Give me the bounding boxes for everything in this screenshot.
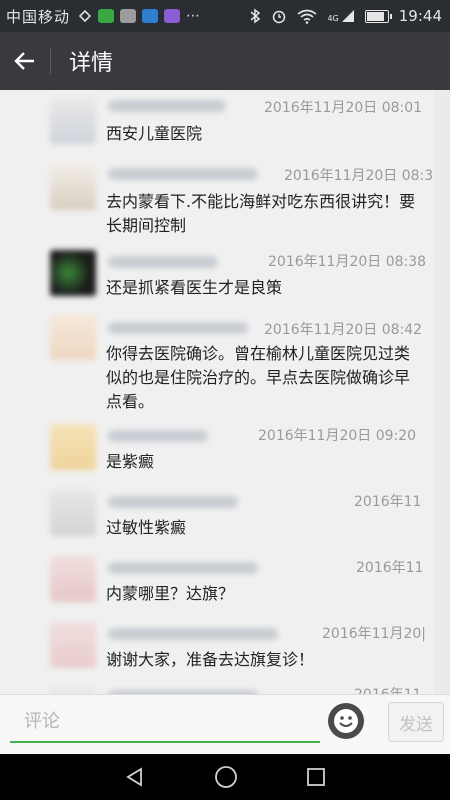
comment-field-wrapper	[10, 703, 320, 743]
more-icon: ⋯	[186, 8, 201, 24]
comment-input-bar: 发送	[0, 694, 450, 755]
comment-list[interactable]: 2016年11月20日 08:01 西安儿童医院 2016年11月20日 08:…	[0, 90, 450, 694]
commenter-name	[108, 168, 258, 180]
wechat-icon	[98, 9, 115, 23]
app2-icon	[164, 9, 181, 23]
avatar	[50, 314, 96, 360]
comment-time: 2016年11月20|	[322, 626, 426, 642]
comment-item[interactable]: 2016年11月20日 08:01 西安儿童医院	[0, 90, 434, 152]
home-circle-icon[interactable]	[214, 765, 238, 789]
app-header: 详情	[0, 32, 450, 90]
avatar	[50, 250, 96, 296]
commenter-name	[108, 562, 258, 574]
commenter-name	[108, 322, 248, 334]
back-triangle-icon[interactable]	[124, 766, 146, 788]
comment-item[interactable]: 2016年11月20| 谢谢大家，准备去达旗复诊！	[0, 618, 434, 682]
comment-item[interactable]: 2016年11 内蒙哪里？达旗？	[0, 552, 434, 612]
comment-time: 2016年11	[354, 494, 422, 510]
app-icon	[142, 9, 159, 23]
comment-time: 2016年11	[356, 560, 424, 576]
bluetooth-icon	[250, 8, 261, 24]
avatar	[50, 686, 96, 694]
recents-square-icon[interactable]	[306, 767, 326, 787]
comment-text: 是紫癜	[106, 452, 155, 471]
comment-item[interactable]: 2016年11月20日 08:38 还是抓紧看医生才是良策	[0, 246, 434, 306]
comment-text: 西安儿童医院	[106, 124, 203, 143]
page-title: 详情	[69, 51, 114, 76]
alarm-icon	[273, 10, 286, 24]
comment-time: 2016年11月20日 08:01	[264, 100, 423, 116]
comment-time: 2016年11	[354, 684, 421, 694]
gallery-icon	[120, 9, 137, 23]
comment-item[interactable]: 2016年11月20日 08:42 你得去医院确诊。曾在榆林儿童医院见过类似的也…	[0, 312, 434, 412]
avatar	[50, 424, 96, 470]
carrier-label: 中国移动	[6, 7, 71, 26]
commenter-name	[108, 628, 278, 640]
avatar	[50, 98, 96, 144]
commenter-name	[108, 496, 238, 508]
comment-time: 2016年11月20日 08:38	[268, 254, 427, 270]
comment-text: 去内蒙看下.不能比海鲜对吃东西很讲究！要长期间控制	[106, 192, 416, 235]
comment-text: 过敏性紫癜	[106, 518, 187, 537]
comment-item[interactable]: 2016年11月20日 08:3 去内蒙看下.不能比海鲜对吃东西很讲究！要长期间…	[0, 156, 434, 236]
comment-text: 还是抓紧看医生才是良策	[106, 278, 283, 297]
comment-text: 谢谢大家，准备去达旗复诊！	[106, 650, 315, 669]
comment-input[interactable]	[10, 703, 320, 739]
system-nav-bar	[0, 754, 450, 800]
comment-item[interactable]: 2016年11 过敏性紫癜	[0, 486, 434, 546]
commenter-name	[108, 430, 208, 442]
sync-icon	[78, 9, 92, 23]
header-divider	[50, 48, 51, 74]
comment-time: 2016年11月20日 08:3	[284, 168, 434, 184]
network-type-label: 4G	[327, 14, 339, 23]
status-bar: 中国移动 ⋯ 4G 19:44	[0, 0, 450, 32]
signal-icon: 4G	[327, 9, 354, 23]
back-arrow-icon	[14, 52, 34, 70]
smiley-icon	[334, 709, 358, 733]
comment-text: 你得去医院确诊。曾在榆林儿童医院见过类似的也是住院治疗的。早点去医院做确诊早点看…	[106, 344, 411, 411]
comment-text: 内蒙哪里？达旗？	[106, 584, 235, 603]
comment-card: 2016年11月20日 08:01 西安儿童医院 2016年11月20日 08:…	[0, 90, 434, 694]
comment-item[interactable]: 2016年11	[0, 682, 434, 694]
send-button[interactable]: 发送	[388, 702, 444, 742]
commenter-name	[108, 100, 226, 112]
comment-time: 2016年11月20日 08:42	[264, 322, 423, 338]
battery-icon	[364, 9, 392, 23]
comment-time: 2016年11月20日 09:20	[258, 428, 417, 444]
avatar	[50, 556, 96, 602]
clock-label: 19:44	[398, 7, 442, 25]
wifi-icon	[297, 9, 317, 24]
back-button[interactable]	[0, 32, 50, 90]
notification-icons: ⋯	[78, 8, 200, 24]
avatar	[50, 622, 96, 668]
comment-item[interactable]: 2016年11月20日 09:20 是紫癜	[0, 420, 434, 480]
avatar	[50, 164, 96, 210]
commenter-name	[108, 256, 218, 268]
emoji-button[interactable]	[328, 703, 364, 739]
avatar	[50, 490, 96, 536]
